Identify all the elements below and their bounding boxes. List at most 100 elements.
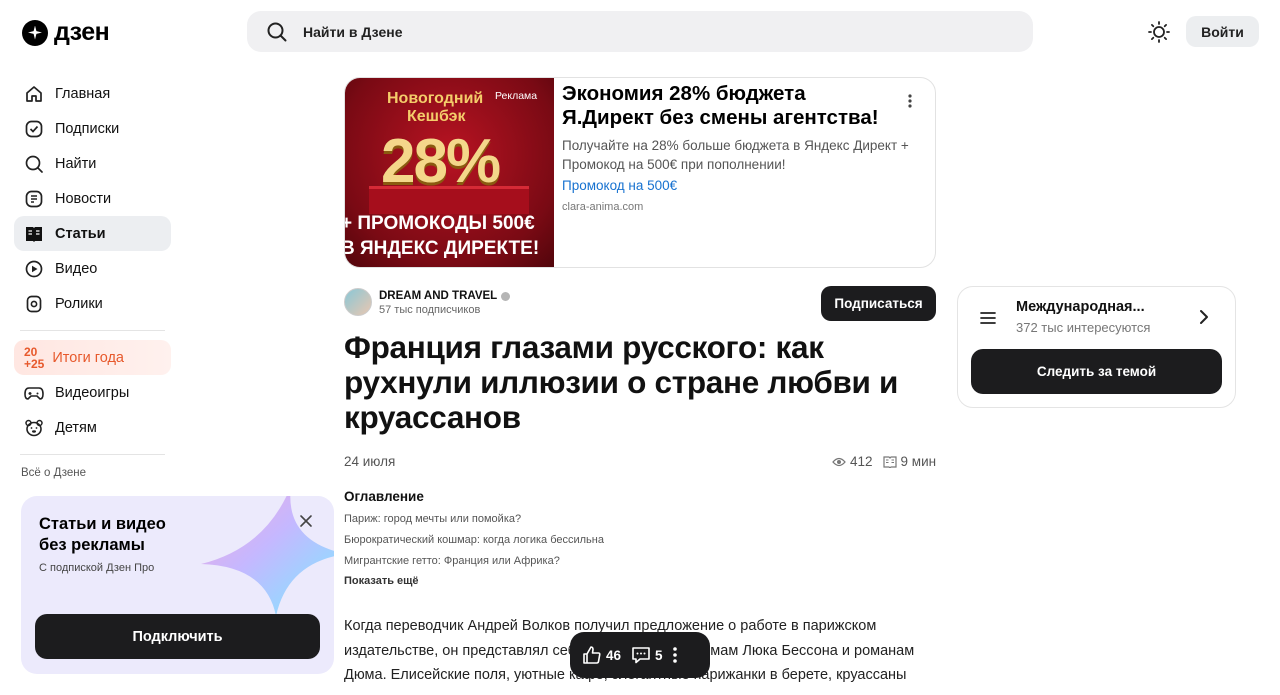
sidebar-item-home[interactable]: Главная (14, 76, 171, 111)
channel-name-text: DREAM AND TRAVEL (379, 290, 498, 302)
verified-icon (501, 291, 511, 301)
eye-icon (832, 457, 846, 466)
shorts-icon (24, 294, 44, 314)
sidebar-item-label: Детям (55, 419, 97, 436)
sidebar-item-year-summary[interactable]: 20 +25 Итоги года (14, 340, 171, 375)
ad-image-text: + ПРОМОКОДЫ 500€ (345, 213, 535, 234)
about-dzen-link[interactable]: Всё о Дзене (14, 467, 171, 479)
more-vertical-icon (908, 94, 912, 108)
read-time: 9 мин (882, 454, 937, 469)
sidebar-item-label: Найти (55, 155, 97, 172)
dzen-logo[interactable]: дзен (22, 18, 110, 47)
ad-image-percent: 28% (381, 127, 501, 196)
logo-text: дзен (54, 18, 110, 46)
gamepad-icon (24, 383, 44, 403)
more-vertical-icon (672, 647, 677, 663)
like-button[interactable]: 46 (582, 645, 621, 665)
search-icon (24, 154, 44, 174)
comments-button[interactable]: 5 (631, 646, 663, 664)
toc-title: Оглавление (344, 489, 424, 504)
promo-subtitle: С подпиской Дзен Про (39, 562, 155, 574)
ad-text: Получайте на 28% больше бюджета в Яндекс… (562, 138, 909, 172)
subscribe-button[interactable]: Подписаться (821, 286, 936, 321)
toc-item[interactable]: Париж: город мечты или помойка? (344, 513, 604, 534)
theme-toggle-button[interactable] (1146, 19, 1172, 45)
article-title: Франция глазами русского: как рухнули ил… (344, 329, 899, 435)
sidebar-item-label: Главная (55, 85, 111, 102)
views-count: 412 (832, 454, 873, 469)
year-badge: 20 +25 (24, 346, 44, 370)
toc-item[interactable]: Мигрантские гетто: Франция или Африка? (344, 555, 604, 576)
sidebar-item-shorts[interactable]: Ролики (14, 286, 171, 321)
channel-subscribers: 57 тыс подписчиков (379, 304, 481, 316)
sidebar-item-label: Подписки (55, 120, 120, 137)
year-badge-bottom: +25 (24, 356, 45, 371)
channel-avatar[interactable] (344, 288, 372, 316)
sidebar-divider (20, 454, 165, 455)
sidebar-item-search[interactable]: Найти (14, 146, 171, 181)
ad-more-button[interactable] (908, 94, 912, 108)
sidebar-nav: Главная Подписки Найти Новости Статьи Ви… (14, 76, 171, 479)
views-value: 412 (850, 454, 873, 469)
close-icon (300, 515, 312, 527)
home-icon (24, 84, 44, 104)
ad-card[interactable]: Новогодний Кешбэк 28% + ПРОМОКОДЫ 500€ В… (344, 77, 936, 268)
sidebar-item-subscriptions[interactable]: Подписки (14, 111, 171, 146)
ad-image-text: Новогодний (387, 90, 484, 107)
ad-domain: clara-anima.com (562, 201, 644, 213)
ad-image-text: В ЯНДЕКС ДИРЕКТЕ! (345, 238, 540, 259)
connect-button[interactable]: Подключить (35, 614, 320, 659)
article-date: 24 июля (344, 454, 396, 469)
toc-item[interactable]: Бюрократический кошмар: когда логика бес… (344, 534, 604, 555)
ad-image-text: Кешбэк (407, 108, 466, 125)
topic-card: Международная... 372 тыс интересуются Сл… (957, 286, 1236, 408)
reaction-bar: 46 5 (570, 632, 710, 678)
dzen-logo-icon (22, 19, 48, 46)
search-icon (267, 22, 287, 41)
video-icon (24, 259, 44, 279)
search-input[interactable]: Найти в Дзене (247, 11, 1033, 52)
chevron-right-icon[interactable] (1199, 309, 1209, 330)
ad-image[interactable]: Новогодний Кешбэк 28% + ПРОМОКОДЫ 500€ В… (345, 78, 554, 267)
follow-topic-button[interactable]: Следить за темой (971, 349, 1222, 394)
sidebar-item-videogames[interactable]: Видеоигры (14, 375, 171, 410)
table-of-contents: Париж: город мечты или помойка? Бюрократ… (344, 513, 604, 576)
sidebar-item-news[interactable]: Новости (14, 181, 171, 216)
promo-close-button[interactable] (299, 514, 313, 533)
dzen-pro-promo-card: Статьи и видео без рекламы С подпиской Д… (21, 496, 334, 674)
ad-title[interactable]: Экономия 28% бюджета Я.Директ без смены … (562, 82, 902, 130)
sidebar-item-label: Новости (55, 190, 112, 207)
sidebar-item-articles[interactable]: Статьи (14, 216, 171, 251)
kids-icon (24, 418, 44, 438)
sidebar-item-kids[interactable]: Детям (14, 410, 171, 445)
sidebar-item-label: Видеоигры (55, 384, 130, 401)
thumbs-up-icon (583, 646, 601, 664)
comments-count: 5 (655, 647, 663, 663)
sidebar-item-label: Статьи (55, 225, 106, 242)
search-placeholder: Найти в Дзене (303, 23, 403, 40)
login-button[interactable]: Войти (1186, 16, 1259, 47)
article-meta: 412 9 мин (832, 454, 936, 469)
sparkle-star-icon (201, 496, 334, 616)
subscriptions-icon (24, 119, 44, 139)
articles-icon (24, 224, 44, 244)
read-time-value: 9 мин (900, 454, 937, 469)
sidebar-divider (20, 330, 165, 331)
sun-icon (1148, 21, 1170, 43)
toc-show-more-button[interactable]: Показать ещё (344, 575, 419, 587)
topic-count: 372 тыс интересуются (1016, 320, 1151, 335)
sidebar-item-label: Ролики (55, 295, 103, 312)
sidebar-item-label: Видео (55, 260, 98, 277)
promo-title: Статьи и видео без рекламы (39, 515, 166, 554)
sidebar-item-label: Итоги года (52, 349, 124, 366)
menu-icon (980, 311, 996, 329)
more-button[interactable] (672, 647, 677, 663)
channel-name[interactable]: DREAM AND TRAVEL (379, 290, 511, 302)
sidebar-item-video[interactable]: Видео (14, 251, 171, 286)
likes-count: 46 (606, 647, 622, 663)
comment-icon (632, 647, 650, 664)
ad-promo-link[interactable]: Промокод на 500€ (562, 178, 677, 193)
ad-label: Реклама (495, 90, 538, 102)
topic-name[interactable]: Международная... (1016, 299, 1145, 315)
book-icon (882, 455, 897, 468)
